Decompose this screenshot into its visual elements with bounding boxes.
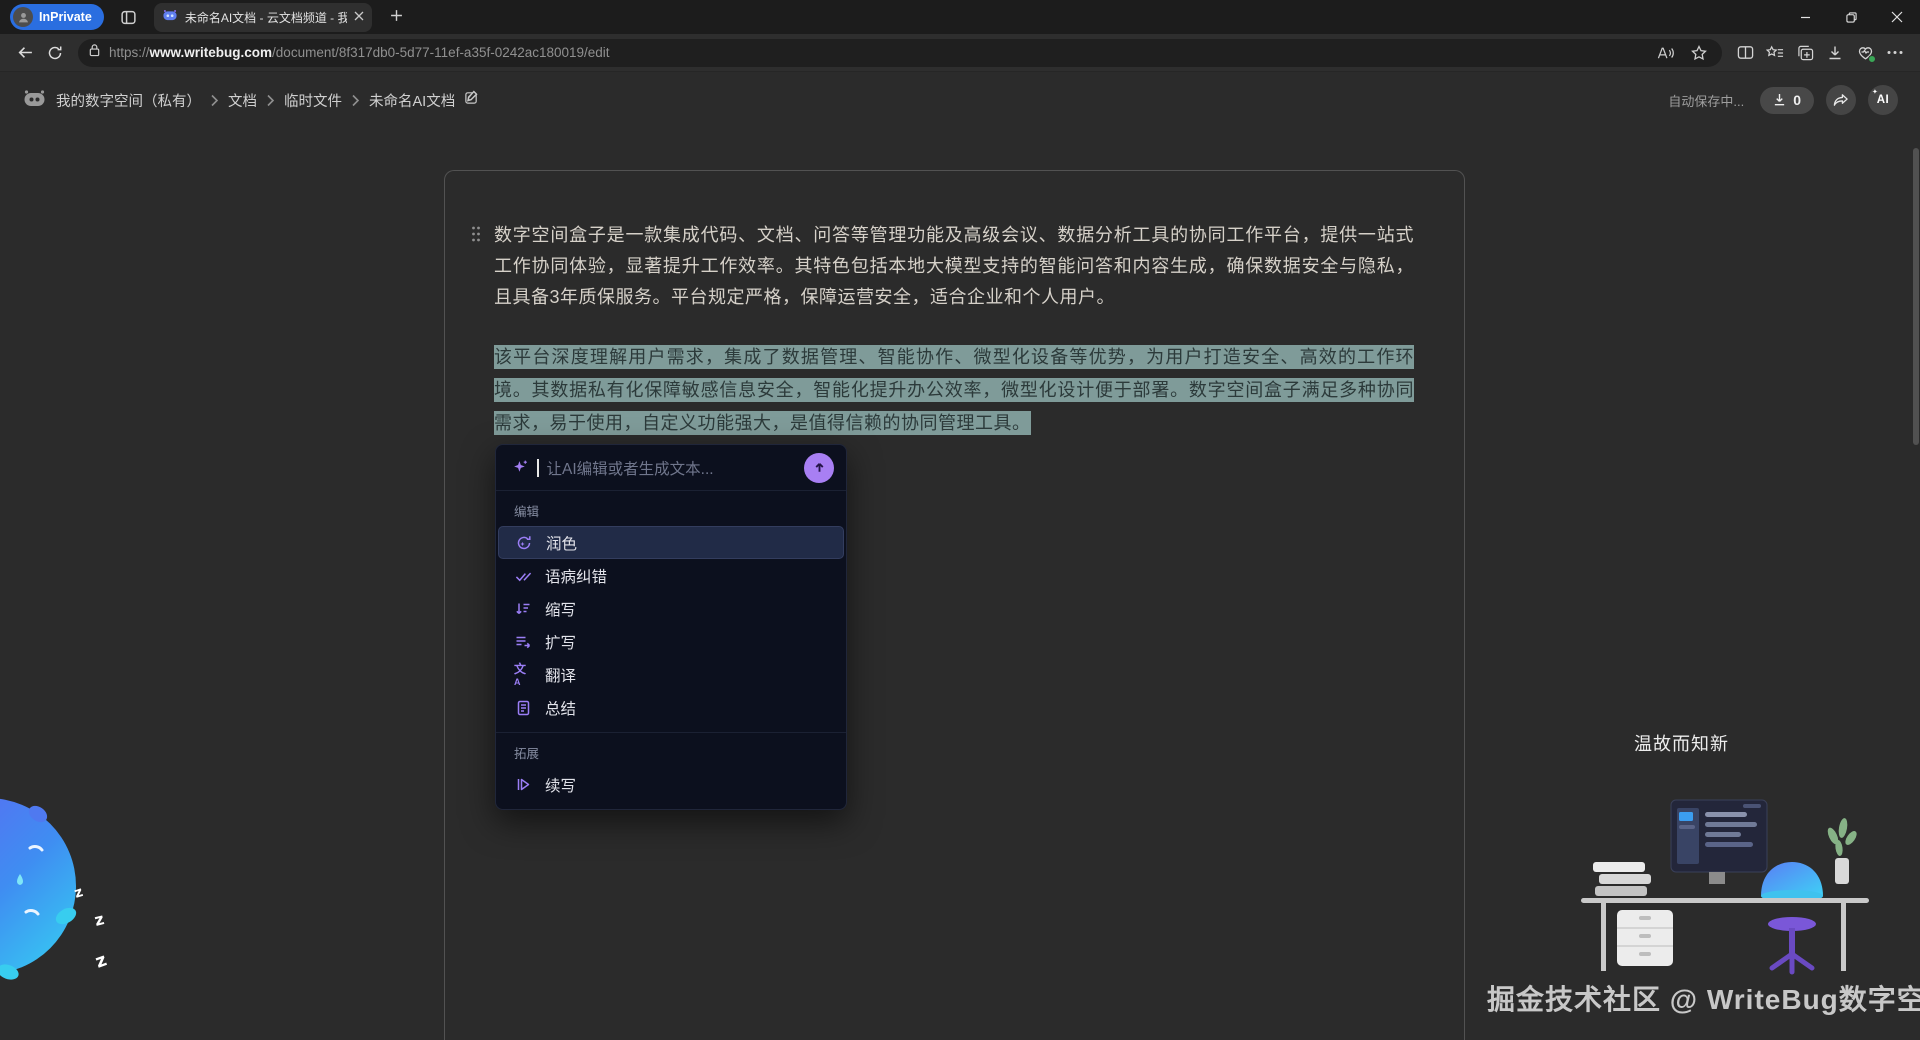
site-favicon-icon <box>162 8 178 27</box>
address-bar[interactable]: https://www.writebug.com/document/8f317d… <box>78 39 1722 67</box>
breadcrumb-item-space[interactable]: 我的数字空间（私有） <box>56 90 201 111</box>
browser-essentials-icon[interactable] <box>1850 38 1880 68</box>
url-text[interactable]: https://www.writebug.com/document/8f317d… <box>109 45 610 60</box>
selected-text[interactable]: 该平台深度理解用户需求，集成了数据管理、智能协作、微型化设备等优势，为用户打造安… <box>494 345 1414 435</box>
menu-item-polish[interactable]: 润色 <box>498 526 844 559</box>
menu-item-summarize[interactable]: 总结 <box>498 691 844 724</box>
chevron-right-icon <box>351 94 360 107</box>
breadcrumb-item-docs[interactable]: 文档 <box>228 90 257 111</box>
sleeping-mascot: z z z <box>0 796 150 996</box>
community-caption: 掘金技术社区 @ WriteBug数字空间 <box>1487 978 1920 1018</box>
download-icon <box>1773 93 1786 107</box>
download-count-button[interactable]: 0 <box>1760 87 1814 114</box>
continue-play-icon <box>514 776 532 794</box>
desk-illustration <box>1575 778 1875 978</box>
workspaces-icon[interactable] <box>116 4 142 30</box>
share-button[interactable] <box>1826 85 1856 115</box>
browser-toolbar: https://www.writebug.com/document/8f317d… <box>0 34 1920 72</box>
tab-close-icon[interactable] <box>354 11 364 23</box>
profile-avatar-icon <box>13 7 33 27</box>
favorite-star-icon[interactable] <box>1686 40 1712 66</box>
chevron-right-icon <box>210 94 219 107</box>
ai-button-label: AI <box>1877 94 1890 106</box>
browser-window: InPrivate 未命名AI文档 - 云文档频道 - 我的 <box>0 0 1920 1040</box>
paragraph-1[interactable]: 数字空间盒子是一款集成代码、文档、问答等管理功能及高级会议、数据分析工具的协同工… <box>494 220 1414 313</box>
breadcrumb-item-current-doc[interactable]: 未命名AI文档 <box>369 90 455 111</box>
settings-more-icon[interactable] <box>1880 38 1910 68</box>
url-path: /document/8f317db0-5d77-11ef-a35f-0242ac… <box>272 45 610 60</box>
collections-icon[interactable] <box>1790 38 1820 68</box>
idiom-quote: 温故而知新 <box>1634 730 1729 756</box>
send-prompt-button[interactable] <box>804 453 834 483</box>
download-count: 0 <box>1793 92 1801 108</box>
favorites-bar-icon[interactable] <box>1760 38 1790 68</box>
menu-item-translate[interactable]: 文A 翻译 <box>498 658 844 691</box>
page-scrollbar[interactable] <box>1913 148 1919 445</box>
chevron-right-icon <box>266 94 275 107</box>
svg-text:z: z <box>93 949 110 972</box>
editor-area: 数字空间盒子是一款集成代码、文档、问答等管理功能及高级会议、数据分析工具的协同工… <box>0 128 1920 1040</box>
shorten-icon <box>514 600 532 618</box>
tab-bar: InPrivate 未命名AI文档 - 云文档频道 - 我的 <box>0 0 1920 34</box>
menu-item-continue-writing[interactable]: 续写 <box>498 768 844 801</box>
summary-doc-icon <box>514 699 532 717</box>
svg-text:z: z <box>92 909 106 930</box>
breadcrumb: 我的数字空间（私有） 文档 临时文件 未命名AI文档 <box>22 88 479 112</box>
text-caret <box>537 459 539 477</box>
ai-assistant-button[interactable]: ✦ AI <box>1868 85 1898 115</box>
menu-item-expand[interactable]: 扩写 <box>498 625 844 658</box>
expand-icon <box>514 633 532 651</box>
paragraph-2[interactable]: 该平台深度理解用户需求，集成了数据管理、智能协作、微型化设备等优势，为用户打造安… <box>494 341 1414 440</box>
read-aloud-icon[interactable] <box>1652 40 1678 66</box>
ai-prompt-input[interactable]: 让AI编辑或者生成文本... <box>496 445 846 491</box>
breadcrumb-item-temp[interactable]: 临时文件 <box>284 90 342 111</box>
restore-button[interactable] <box>1828 0 1874 34</box>
menu-item-shorten[interactable]: 缩写 <box>498 592 844 625</box>
site-header: 我的数字空间（私有） 文档 临时文件 未命名AI文档 自动保存中... 0 ✦ … <box>0 72 1920 128</box>
split-screen-icon[interactable] <box>1730 38 1760 68</box>
url-host: www.writebug.com <box>150 45 273 60</box>
back-button[interactable] <box>10 38 40 68</box>
section-label-extend: 拓展 <box>496 733 846 768</box>
tab-title: 未命名AI文档 - 云文档频道 - 我的 <box>185 9 347 26</box>
ai-sparkle-icon <box>511 459 529 477</box>
inprivate-badge[interactable]: InPrivate <box>10 4 104 30</box>
share-icon <box>1833 93 1849 107</box>
url-scheme: https:// <box>109 45 150 60</box>
section-label-edit: 编辑 <box>496 491 846 526</box>
ai-edit-popup: 让AI编辑或者生成文本... 编辑 润色 语病纠错 <box>495 444 847 810</box>
autosave-status: 自动保存中... <box>1668 91 1744 110</box>
inprivate-label: InPrivate <box>39 10 92 24</box>
active-tab[interactable]: 未命名AI文档 - 云文档频道 - 我的 <box>154 3 372 32</box>
translate-icon: 文A <box>514 666 532 684</box>
ai-input-placeholder: 让AI编辑或者生成文本... <box>547 457 797 479</box>
rename-pencil-icon[interactable] <box>464 90 479 110</box>
space-robot-icon[interactable] <box>22 88 47 112</box>
downloads-icon[interactable] <box>1820 38 1850 68</box>
close-button[interactable] <box>1874 0 1920 34</box>
new-tab-button[interactable] <box>384 7 410 27</box>
essentials-status-dot <box>1868 55 1876 63</box>
polish-icon <box>515 534 533 552</box>
double-check-icon <box>514 567 532 585</box>
minimize-button[interactable] <box>1782 0 1828 34</box>
refresh-button[interactable] <box>40 38 70 68</box>
menu-item-grammar-fix[interactable]: 语病纠错 <box>498 559 844 592</box>
lock-icon[interactable] <box>88 43 101 62</box>
sparkle-icon: ✦ <box>1872 88 1878 96</box>
paragraph-drag-handle-icon[interactable] <box>470 225 482 248</box>
